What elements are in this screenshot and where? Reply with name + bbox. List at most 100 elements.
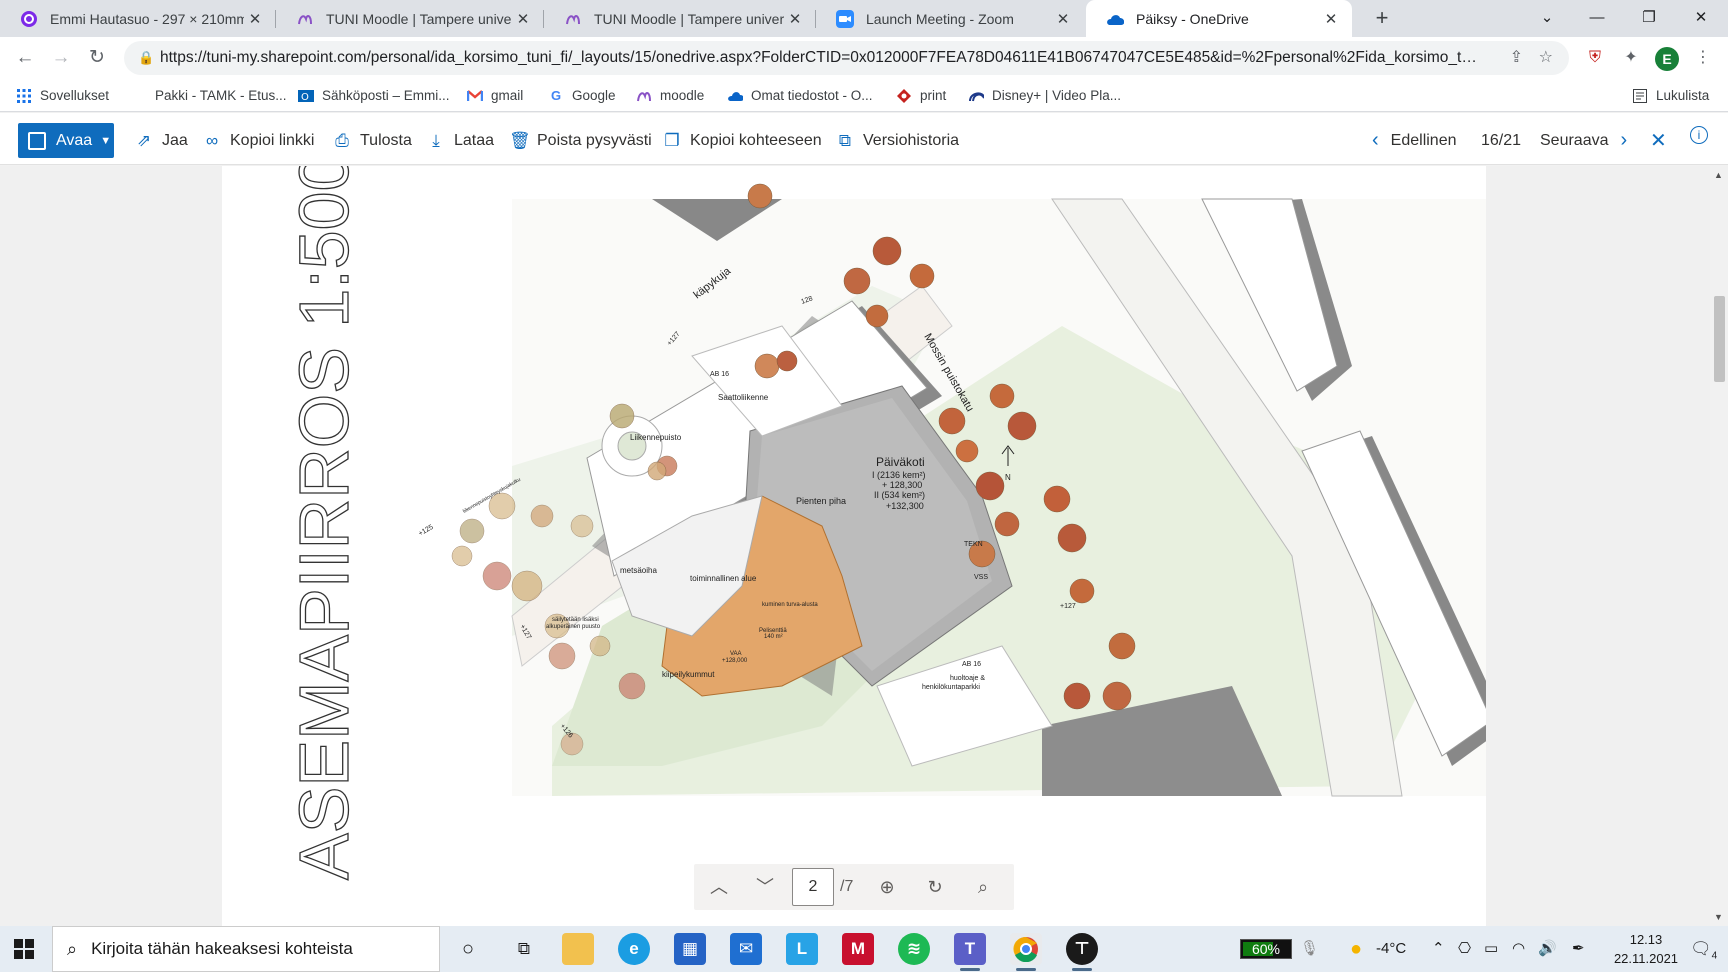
moodle-icon [296,10,314,28]
reload-icon[interactable]: ↻ [84,45,110,71]
profile-avatar[interactable]: E [1655,47,1679,71]
label-ab16-top: AB 16 [710,371,729,378]
copy-to-button[interactable]: ❐ Kopioi kohteeseen [662,123,821,158]
bookmark-google[interactable]: G Google [548,79,616,112]
tab-moodle-1[interactable]: TUNI Moodle | Tampere universit ✕ [276,0,544,37]
bookmark-apps[interactable]: Sovellukset [16,79,109,112]
pdf-pager: ︿ ﹀ 2 /7 ⊕ ↻ ⌕ [694,864,1014,910]
taskbar-clock[interactable]: 12.13 22.11.2021 [1606,930,1686,968]
back-icon[interactable]: ← [12,45,38,71]
wifi-icon[interactable]: ◠ [1512,926,1525,972]
version-history-button[interactable]: ⧉ Versiohistoria [835,123,959,158]
label-pienten-piha: Pienten piha [796,496,846,506]
mcafee-icon[interactable]: M [842,933,874,965]
scroll-down-icon[interactable]: ▼ [1714,912,1723,922]
restore-button[interactable]: ❐ [1626,0,1672,37]
chevron-down-icon[interactable]: ﹀ [750,872,780,902]
download-button[interactable]: ⤓ Lataa [426,123,494,158]
close-tab-icon[interactable]: ✕ [784,10,806,28]
bookmark-print[interactable]: print [896,79,946,112]
task-view-icon[interactable]: ⧉ [508,933,540,965]
scroll-up-icon[interactable]: ▲ [1714,170,1723,180]
teams-icon[interactable]: T [954,933,986,971]
minimize-button[interactable]: — [1574,0,1620,37]
print-button[interactable]: ⎙ Tulosta [332,123,412,158]
mail-icon[interactable]: ✉ [730,933,762,965]
notification-center-icon[interactable]: 🗨4 [1690,939,1717,961]
close-tab-icon[interactable]: ✕ [1320,10,1342,28]
tidal-app-icon[interactable]: ⊤ [1066,933,1098,971]
tab-moodle-2[interactable]: TUNI Moodle | Tampere universit ✕ [544,0,816,37]
close-tab-icon[interactable]: ✕ [1052,10,1074,28]
delete-button[interactable]: 🗑 Poista pysyvästi [509,123,652,158]
temperature[interactable]: -4°C [1376,926,1406,972]
open-button[interactable]: Avaa ▼ [18,123,114,158]
scrollbar-thumb[interactable] [1714,296,1725,382]
zoom-in-icon[interactable]: ⊕ [872,872,902,902]
tab-canva[interactable]: Emmi Hautasuo - 297 × 210mm ✕ [0,0,276,37]
page-total: /7 [840,878,854,895]
cortana-icon[interactable]: ○ [452,933,484,965]
url-text[interactable]: https://tuni-my.sharepoint.com/personal/… [160,41,1479,75]
close-tab-icon[interactable]: ✕ [512,10,534,28]
bookmark-disney[interactable]: Disney+ | Video Pla... [968,79,1121,112]
viewer-scrollbar[interactable]: ▲ ▼ [1710,166,1728,926]
version-history-icon: ⧉ [838,130,852,150]
share-page-icon[interactable]: ⇪ [1510,41,1523,75]
camera-icon[interactable]: ⎔ [1458,926,1471,972]
svg-text:O: O [301,92,309,103]
download-icon: ⤓ [432,130,440,150]
battery-tray-icon[interactable]: ▭ [1484,926,1498,972]
pen-icon[interactable]: ✒ [1572,926,1585,972]
previous-button[interactable]: ‹ Edellinen [1372,123,1457,158]
spotify-icon[interactable]: ≋ [898,933,930,965]
reading-list[interactable]: Lukulista [1632,79,1709,112]
info-icon[interactable]: i [1690,126,1708,144]
tray-chevron-up-icon[interactable]: ⌃ [1432,926,1445,972]
bookmark-pakki[interactable]: Pakki - TAMK - Etus... [155,79,287,112]
forward-icon[interactable]: → [48,45,74,71]
bookmark-outlook[interactable]: O Sähköposti – Emmi... [298,79,450,112]
l-app-icon[interactable]: L [786,933,818,965]
bookmark-moodle[interactable]: moodle [636,79,704,112]
label-north: N [1005,473,1011,482]
share-button[interactable]: ⇗ Jaa [134,123,188,158]
page-number-input[interactable]: 2 [792,868,834,906]
clock-date: 22.11.2021 [1613,951,1679,966]
new-tab-button[interactable]: + [1368,5,1396,31]
bookmark-star-icon[interactable]: ☆ [1539,41,1553,75]
close-tab-icon[interactable]: ✕ [244,10,266,28]
close-viewer-icon[interactable]: ✕ [1650,123,1667,158]
tab-title: Emmi Hautasuo - 297 × 210mm [50,10,244,27]
label-paivakoti: Päiväkoti [876,455,925,469]
next-button[interactable]: Seuraava › [1540,123,1627,158]
bookmark-onedrive[interactable]: Omat tiedostot - O... [727,79,873,112]
edge-icon[interactable]: e [618,933,650,965]
omnibox[interactable]: 🔒 https://tuni-my.sharepoint.com/persona… [124,41,1569,75]
tab-zoom[interactable]: Launch Meeting - Zoom ✕ [816,0,1084,37]
copy-link-button[interactable]: ∞ Kopioi linkki [202,123,315,158]
bookmark-label: moodle [660,87,705,103]
file-explorer-icon[interactable] [562,933,594,965]
search-icon[interactable]: ⌕ [968,872,998,902]
rotate-icon[interactable]: ↻ [920,872,950,902]
tab-title: TUNI Moodle | Tampere universit [594,10,784,27]
speaker-icon[interactable]: 🔊 [1538,926,1557,972]
chrome-icon[interactable] [1010,933,1042,971]
battery-indicator[interactable]: 60% [1240,939,1292,959]
weather-sun-icon[interactable]: ● [1350,926,1362,972]
extension-shield-icon[interactable]: ⛨ [1582,45,1608,71]
close-window-button[interactable]: ✕ [1678,0,1724,37]
tab-onedrive[interactable]: Päiksy - OneDrive ✕ [1086,0,1352,37]
extensions-puzzle-icon[interactable]: ✦ [1618,45,1644,71]
windows-start-icon[interactable] [14,939,34,959]
bookmark-gmail[interactable]: gmail [467,79,523,112]
bookmark-label: print [920,87,947,103]
microsoft-store-icon[interactable]: ▦ [674,933,706,965]
browser-menu-icon[interactable]: ⋮ [1690,45,1716,71]
taskbar-search-box[interactable]: ⌕ Kirjoita tähän hakeaksesi kohteista [52,926,440,972]
microphone-icon[interactable]: 🎙 [1300,926,1319,972]
label-kiipeilykummut: kiipeilykummut [662,670,715,679]
chevron-up-icon[interactable]: ︿ [704,872,734,902]
tab-search-icon[interactable]: ⌄ [1524,0,1570,37]
